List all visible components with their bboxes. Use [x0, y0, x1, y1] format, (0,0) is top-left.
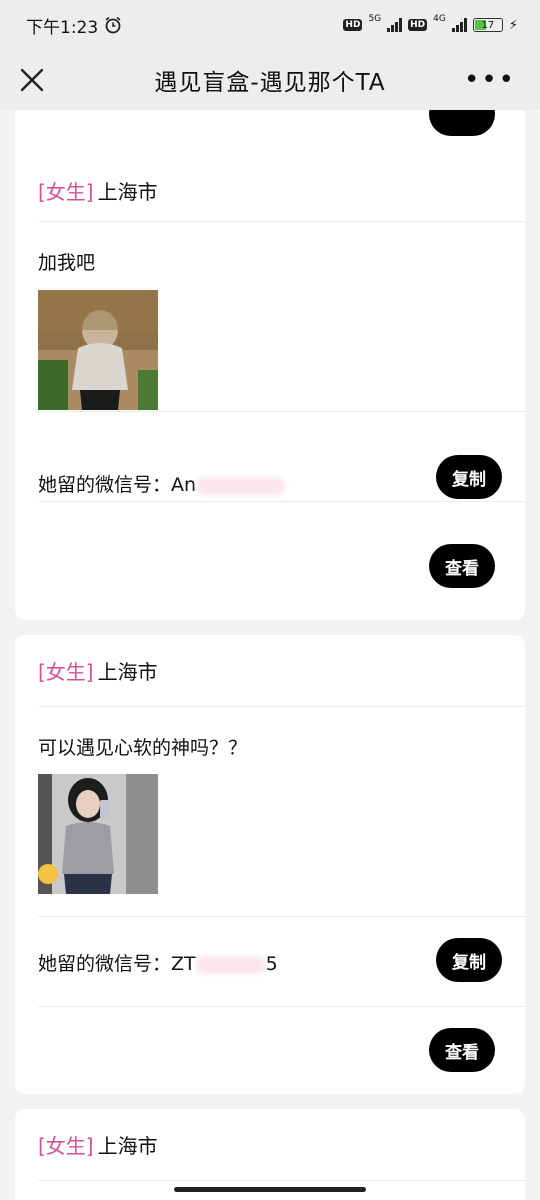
blindbox-card: [女生] 上海市 可以遇见心软的神吗？？ 她留的微信号：ZT 5 复制 查看 — [15, 635, 525, 1094]
close-icon[interactable] — [16, 64, 48, 96]
city-label: 上海市 — [97, 660, 158, 684]
hd-badge: HD — [343, 19, 363, 31]
network-5g-label: 5G — [368, 14, 382, 24]
gender-tag: [女生] — [38, 1134, 94, 1158]
blindbox-card: [女生] 上海市 加我吧 她留的微信号：An 复制 查看 — [15, 110, 525, 620]
message-text: 加我吧 — [38, 252, 96, 274]
divider — [38, 412, 525, 502]
status-left: 下午1:23 — [26, 13, 122, 38]
gender-tag: [女生] — [38, 180, 94, 204]
status-time: 下午1:23 — [26, 17, 99, 38]
city-label: 上海市 — [97, 1134, 158, 1158]
divider — [38, 320, 525, 412]
card-header: [女生] 上海市 — [38, 635, 525, 707]
battery-level: 17 — [481, 19, 495, 31]
divider — [38, 917, 525, 1007]
nav-bar: 遇见盲盒-遇见那个TA ••• — [0, 50, 540, 110]
city-label: 上海市 — [97, 180, 158, 204]
signal-icon — [387, 18, 403, 32]
more-icon[interactable]: ••• — [464, 67, 516, 93]
alarm-icon — [105, 16, 121, 34]
hd-badge-2: HD — [408, 19, 428, 31]
status-right: HD 5G HD 4G 17 ⚡ — [343, 14, 518, 33]
battery-icon: 17 — [472, 18, 503, 32]
view-button-prev[interactable] — [429, 110, 495, 136]
network-4g-label: 4G — [433, 14, 446, 24]
status-bar: 下午1:23 HD 5G HD 4G 17 ⚡ — [0, 0, 540, 50]
card-header: [女生] 上海市 — [38, 1109, 525, 1181]
message-text: 可以遇见心软的神吗？？ — [38, 737, 248, 759]
home-indicator[interactable] — [174, 1187, 366, 1192]
feed[interactable]: [女生] 上海市 加我吧 她留的微信号：An 复制 查看 [女生] 上海市 可以… — [0, 110, 540, 1200]
divider — [38, 821, 525, 917]
view-button[interactable]: 查看 — [429, 544, 495, 588]
view-button[interactable]: 查看 — [429, 1028, 495, 1072]
gender-tag: [女生] — [38, 660, 94, 684]
charging-icon: ⚡ — [508, 17, 518, 33]
page-title: 遇见盲盒-遇见那个TA — [154, 70, 386, 96]
signal-icon-2 — [451, 18, 467, 32]
card-header: [女生] 上海市 — [38, 160, 525, 222]
